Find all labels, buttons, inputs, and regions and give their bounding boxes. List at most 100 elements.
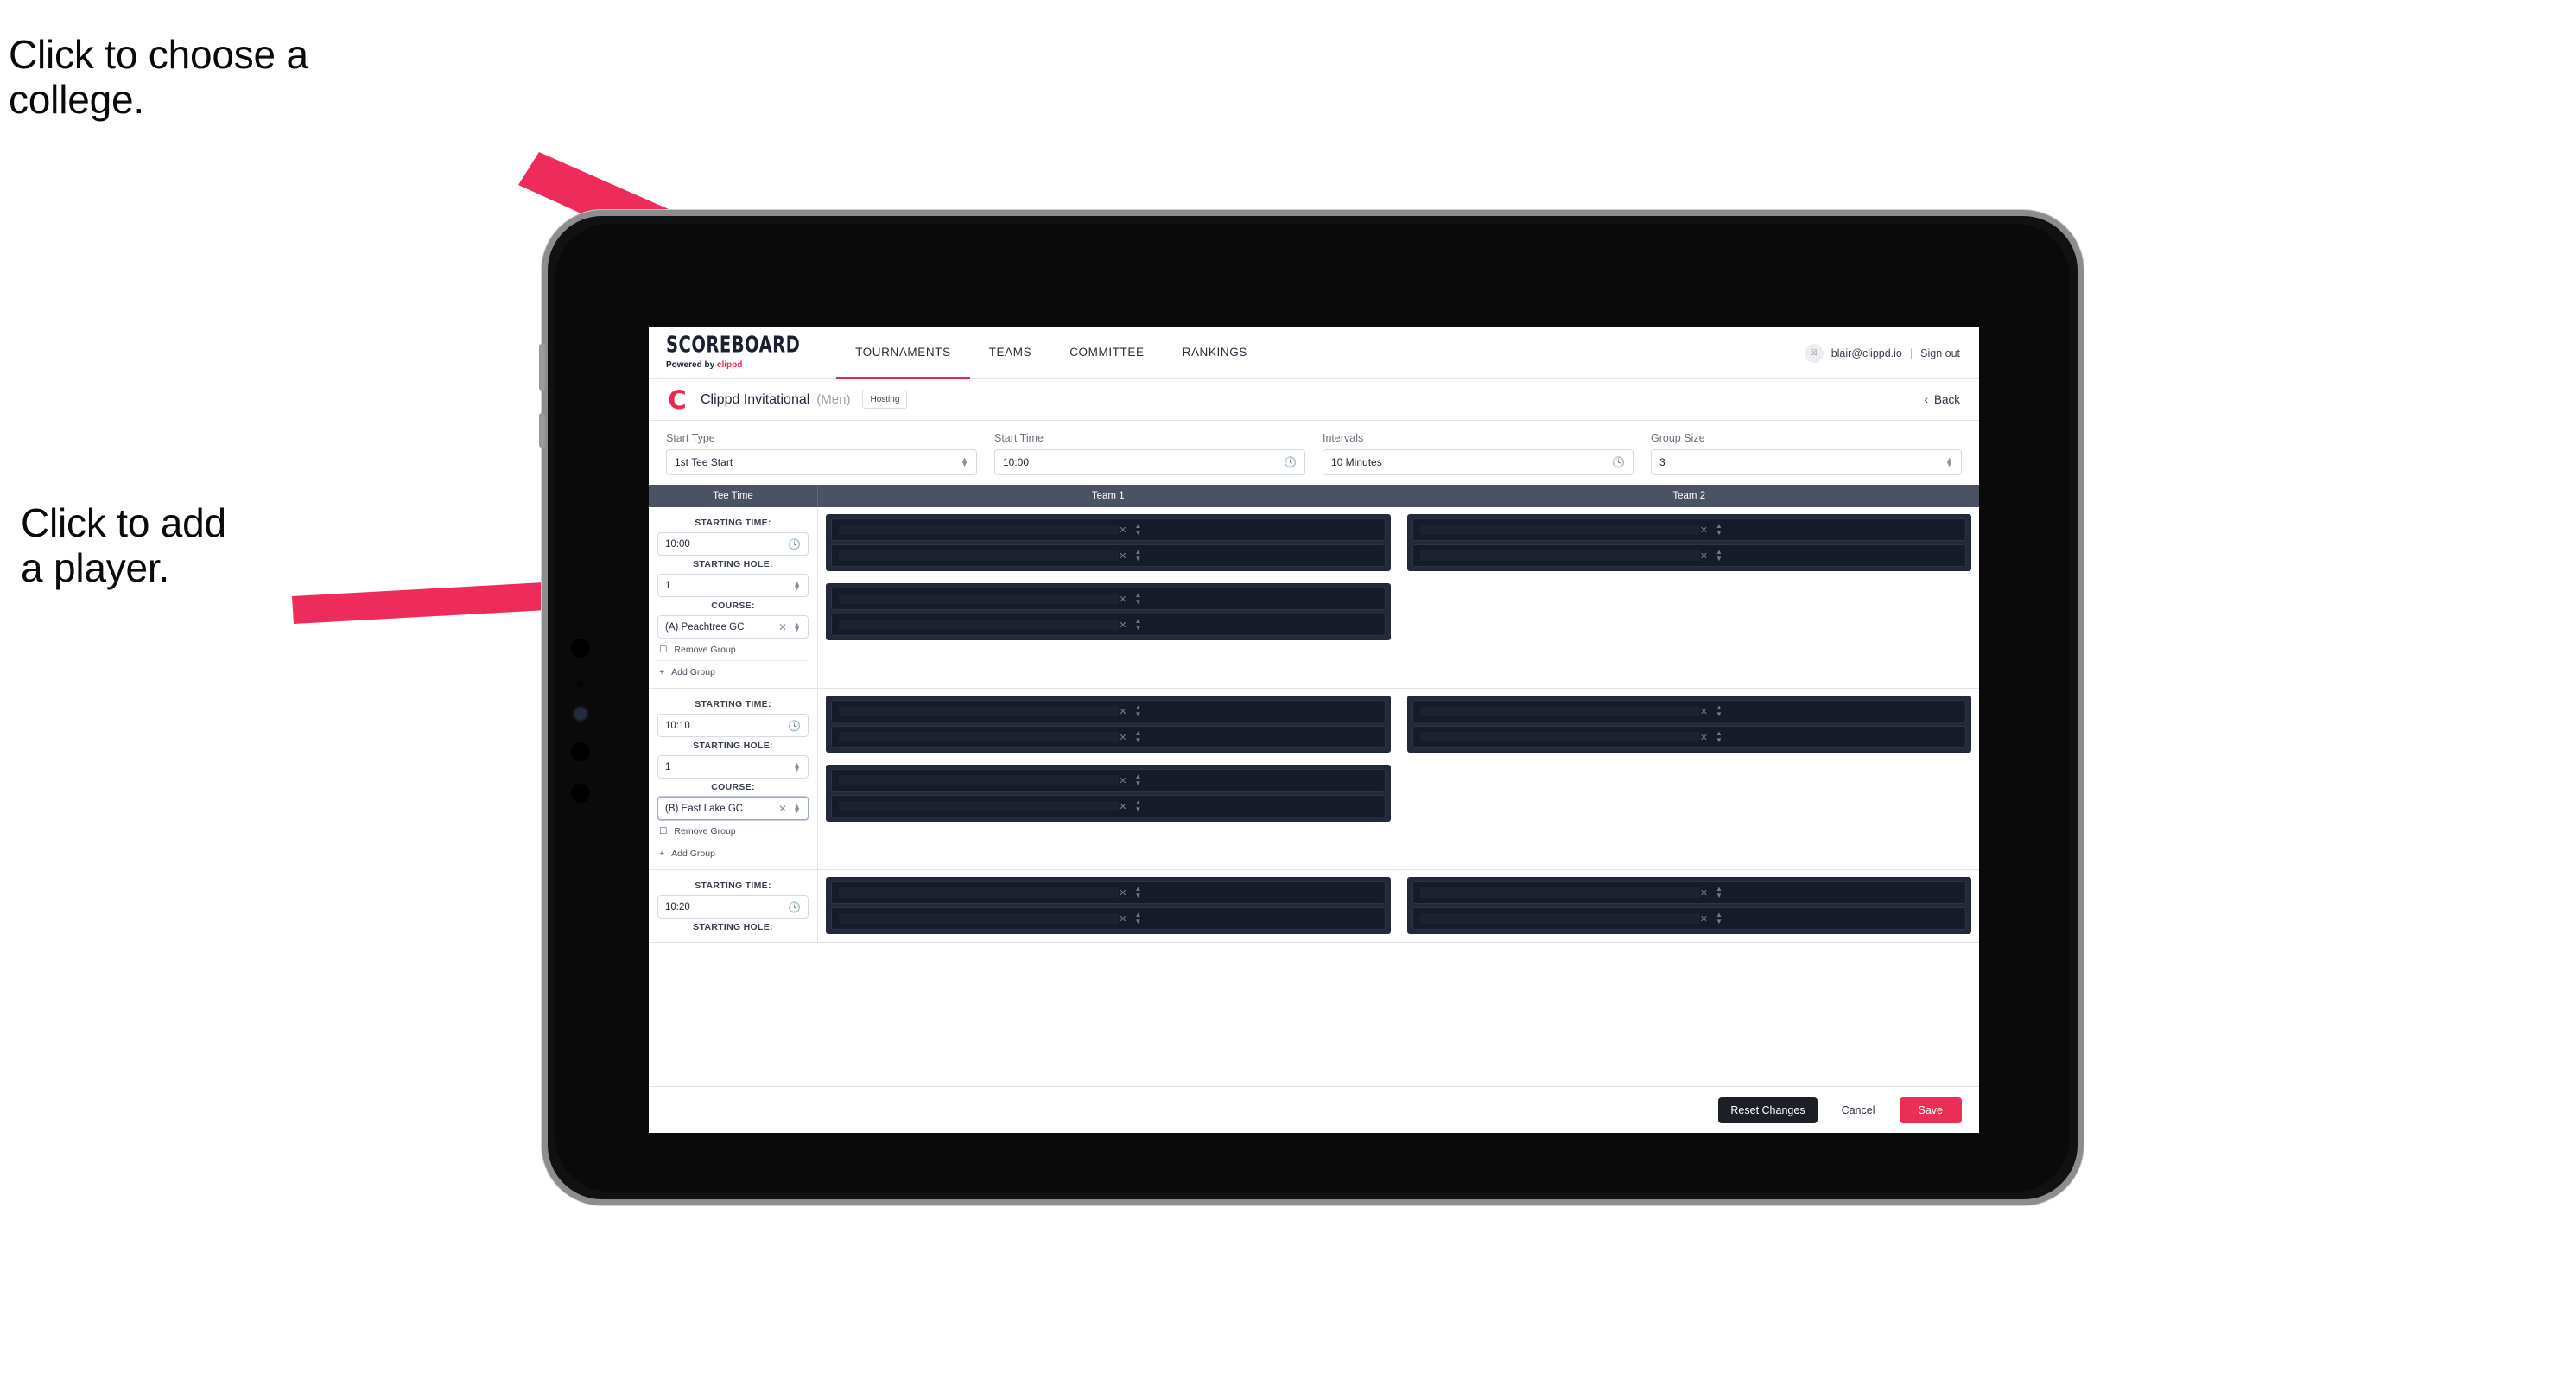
player-slot-row[interactable]: ✕ ▲ ▼ <box>1412 518 1966 541</box>
start-type-select[interactable]: 1st Tee Start ▲ ▼ <box>666 449 977 475</box>
nav-item-tournaments[interactable]: TOURNAMENTS <box>836 327 970 379</box>
sign-out-link[interactable]: Sign out <box>1920 347 1960 359</box>
chevron-updown-icon[interactable]: ▲ ▼ <box>1134 704 1141 718</box>
team-2-column[interactable]: ✕ ▲ ▼ ✕ ▲ ▼ <box>1399 689 1980 869</box>
clear-player-icon[interactable]: ✕ <box>1119 620 1126 631</box>
back-button[interactable]: ‹ Back <box>1924 393 1960 406</box>
player-group-card[interactable]: ✕ ▲ ▼ ✕ ▲ ▼ <box>1406 696 1971 753</box>
clear-player-icon[interactable]: ✕ <box>1119 594 1126 605</box>
clear-player-icon[interactable]: ✕ <box>1119 732 1126 743</box>
chevron-updown-icon[interactable]: ▲ ▼ <box>1134 799 1141 813</box>
save-button[interactable]: Save <box>1899 1097 1962 1123</box>
player-group-card[interactable]: ✕ ▲ ▼ ✕ ▲ ▼ <box>826 877 1391 934</box>
chevron-updown-icon[interactable]: ▲ ▼ <box>1945 456 1953 468</box>
player-slot-row[interactable]: ✕ ▲ ▼ <box>1412 700 1966 722</box>
team-2-column[interactable]: ✕ ▲ ▼ ✕ ▲ ▼ <box>1399 870 1980 942</box>
team-1-column[interactable]: ✕ ▲ ▼ ✕ ▲ ▼ ✕ ▲ ▼ ✕ ▲ ▼ <box>818 689 1399 869</box>
cancel-button[interactable]: Cancel <box>1830 1097 1888 1123</box>
chevron-updown-icon[interactable]: ▲ ▼ <box>1716 912 1723 925</box>
player-slot-row[interactable]: ✕ ▲ ▼ <box>831 907 1386 930</box>
add-group-button[interactable]: + Add Group <box>657 842 809 864</box>
clear-icon[interactable]: ✕ <box>778 803 787 815</box>
chevron-updown-icon[interactable]: ▲ ▼ <box>961 456 968 468</box>
player-group-card[interactable]: ✕ ▲ ▼ ✕ ▲ ▼ <box>826 696 1391 753</box>
player-slot-row[interactable]: ✕ ▲ ▼ <box>831 726 1386 748</box>
starting-hole-stepper[interactable]: 1 ▲ ▼ <box>657 755 809 779</box>
add-group-button[interactable]: + Add Group <box>657 660 809 683</box>
group-size-stepper[interactable]: 3 ▲ ▼ <box>1651 449 1962 475</box>
starting-time-input[interactable]: 10:20 🕓 <box>657 895 809 919</box>
chevron-updown-icon[interactable]: ▲ ▼ <box>793 802 801 814</box>
remove-group-button[interactable]: ☐ Remove Group <box>657 820 809 842</box>
clear-player-icon[interactable]: ✕ <box>1700 887 1708 899</box>
clear-player-icon[interactable]: ✕ <box>1119 550 1126 562</box>
chevron-updown-icon[interactable]: ▲ ▼ <box>1716 730 1723 744</box>
player-slot-row[interactable]: ✕ ▲ ▼ <box>831 795 1386 817</box>
chevron-updown-icon[interactable]: ▲ ▼ <box>793 579 801 591</box>
clock-icon[interactable]: 🕓 <box>788 720 801 732</box>
nav-item-committee[interactable]: COMMITTEE <box>1050 327 1163 379</box>
nav-item-rankings[interactable]: RANKINGS <box>1164 327 1266 379</box>
player-slot-row[interactable]: ✕ ▲ ▼ <box>831 769 1386 792</box>
chevron-updown-icon[interactable]: ▲ ▼ <box>1134 773 1141 787</box>
clear-player-icon[interactable]: ✕ <box>1700 525 1708 536</box>
chevron-updown-icon[interactable]: ▲ ▼ <box>1716 886 1723 900</box>
chevron-updown-icon[interactable]: ▲ ▼ <box>1134 886 1141 900</box>
tablet-side-button-volume-up[interactable] <box>539 344 545 391</box>
player-slot-row[interactable]: ✕ ▲ ▼ <box>1412 881 1966 904</box>
clear-player-icon[interactable]: ✕ <box>1119 525 1126 536</box>
app-logo[interactable]: SCOREBOARD Powered by clippd <box>666 327 836 378</box>
start-time-input[interactable]: 10:00 🕓 <box>994 449 1305 475</box>
player-slot-row[interactable]: ✕ ▲ ▼ <box>831 588 1386 610</box>
player-group-card[interactable]: ✕ ▲ ▼ ✕ ▲ ▼ <box>826 514 1391 571</box>
clear-player-icon[interactable]: ✕ <box>1119 706 1126 717</box>
clear-player-icon[interactable]: ✕ <box>1119 801 1126 812</box>
player-slot-row[interactable]: ✕ ▲ ▼ <box>831 518 1386 541</box>
chevron-updown-icon[interactable]: ▲ ▼ <box>1134 549 1141 563</box>
chevron-updown-icon[interactable]: ▲ ▼ <box>1134 592 1141 606</box>
tee-time-table-body[interactable]: STARTING TIME: 10:00 🕓 STARTING HOLE: 1 ▲ ▼ COU… <box>649 507 1979 1086</box>
chevron-updown-icon[interactable]: ▲ ▼ <box>1134 618 1141 632</box>
clear-player-icon[interactable]: ✕ <box>1700 732 1708 743</box>
clock-icon[interactable]: 🕓 <box>1284 456 1297 468</box>
player-slot-row[interactable]: ✕ ▲ ▼ <box>1412 726 1966 748</box>
player-slot-row[interactable]: ✕ ▲ ▼ <box>1412 907 1966 930</box>
avatar-icon[interactable]: ☒ <box>1804 343 1824 363</box>
clock-icon[interactable]: 🕓 <box>788 901 801 913</box>
player-group-card[interactable]: ✕ ▲ ▼ ✕ ▲ ▼ <box>1406 877 1971 934</box>
clear-player-icon[interactable]: ✕ <box>1700 913 1708 925</box>
chevron-updown-icon[interactable]: ▲ ▼ <box>1134 523 1141 537</box>
clear-player-icon[interactable]: ✕ <box>1119 913 1126 925</box>
chevron-updown-icon[interactable]: ▲ ▼ <box>1716 704 1723 718</box>
clock-icon[interactable]: 🕓 <box>1612 456 1625 468</box>
intervals-input[interactable]: 10 Minutes 🕓 <box>1323 449 1634 475</box>
team-1-column[interactable]: ✕ ▲ ▼ ✕ ▲ ▼ ✕ ▲ ▼ ✕ ▲ ▼ <box>818 507 1399 688</box>
chevron-updown-icon[interactable]: ▲ ▼ <box>793 760 801 772</box>
player-slot-row[interactable]: ✕ ▲ ▼ <box>1412 544 1966 567</box>
tablet-side-button-volume-down[interactable] <box>539 413 545 448</box>
chevron-updown-icon[interactable]: ▲ ▼ <box>793 620 801 633</box>
player-group-card[interactable]: ✕ ▲ ▼ ✕ ▲ ▼ <box>1406 514 1971 571</box>
remove-group-button[interactable]: ☐ Remove Group <box>657 639 809 660</box>
clear-icon[interactable]: ✕ <box>778 621 787 633</box>
clear-player-icon[interactable]: ✕ <box>1700 706 1708 717</box>
player-slot-row[interactable]: ✕ ▲ ▼ <box>831 614 1386 636</box>
team-2-column[interactable]: ✕ ▲ ▼ ✕ ▲ ▼ <box>1399 507 1980 688</box>
nav-item-teams[interactable]: TEAMS <box>970 327 1051 379</box>
player-group-card[interactable]: ✕ ▲ ▼ ✕ ▲ ▼ <box>826 765 1391 822</box>
player-slot-row[interactable]: ✕ ▲ ▼ <box>831 544 1386 567</box>
starting-hole-stepper[interactable]: 1 ▲ ▼ <box>657 574 809 597</box>
starting-time-input[interactable]: 10:00 🕓 <box>657 532 809 556</box>
team-1-column[interactable]: ✕ ▲ ▼ ✕ ▲ ▼ <box>818 870 1399 942</box>
reset-changes-button[interactable]: Reset Changes <box>1718 1097 1818 1123</box>
clear-player-icon[interactable]: ✕ <box>1119 887 1126 899</box>
clock-icon[interactable]: 🕓 <box>788 538 801 550</box>
starting-time-input[interactable]: 10:10 🕓 <box>657 714 809 737</box>
chevron-updown-icon[interactable]: ▲ ▼ <box>1716 523 1723 537</box>
course-select[interactable]: (B) East Lake GC ✕ ▲ ▼ <box>657 797 809 820</box>
chevron-updown-icon[interactable]: ▲ ▼ <box>1716 549 1723 563</box>
course-select[interactable]: (A) Peachtree GC ✕ ▲ ▼ <box>657 615 809 639</box>
chevron-updown-icon[interactable]: ▲ ▼ <box>1134 730 1141 744</box>
player-slot-row[interactable]: ✕ ▲ ▼ <box>831 881 1386 904</box>
player-group-card[interactable]: ✕ ▲ ▼ ✕ ▲ ▼ <box>826 583 1391 640</box>
